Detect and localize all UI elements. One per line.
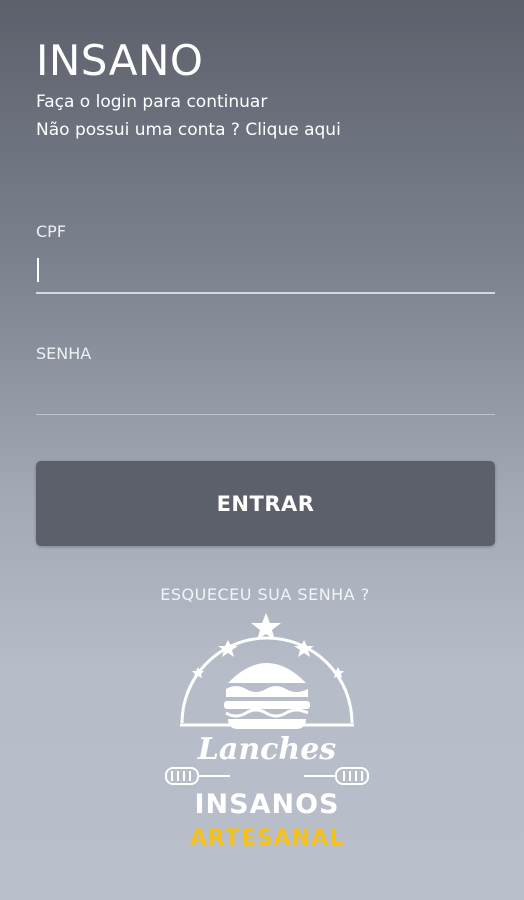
lanches-insanos-logo: Lanches INSANOS ARTESANAL bbox=[160, 605, 375, 865]
app-title: INSANO bbox=[36, 36, 204, 85]
signup-prompt-text[interactable]: Não possui uma conta ? Clique aqui bbox=[36, 120, 341, 140]
star-icon bbox=[251, 613, 281, 640]
login-subtitle: Faça o login para continuar bbox=[36, 92, 268, 112]
forgot-password-link[interactable]: ESQUECEU SUA SENHA ? bbox=[0, 585, 524, 604]
enter-button[interactable]: ENTRAR bbox=[36, 461, 495, 546]
logo-subtitle-text: ARTESANAL bbox=[190, 826, 344, 851]
cpf-input[interactable] bbox=[36, 252, 495, 294]
burger-logo-icon: Lanches INSANOS ARTESANAL bbox=[165, 613, 369, 851]
password-input[interactable] bbox=[36, 374, 495, 415]
senha-label: SENHA bbox=[36, 344, 92, 363]
cpf-label: CPF bbox=[36, 222, 67, 241]
signup-prompt-link[interactable]: Não possui uma conta ? Clique aqui bbox=[36, 120, 341, 140]
logo-title-text: INSANOS bbox=[195, 789, 340, 820]
logo-script-text: Lanches bbox=[197, 732, 337, 767]
text-cursor bbox=[37, 258, 39, 282]
